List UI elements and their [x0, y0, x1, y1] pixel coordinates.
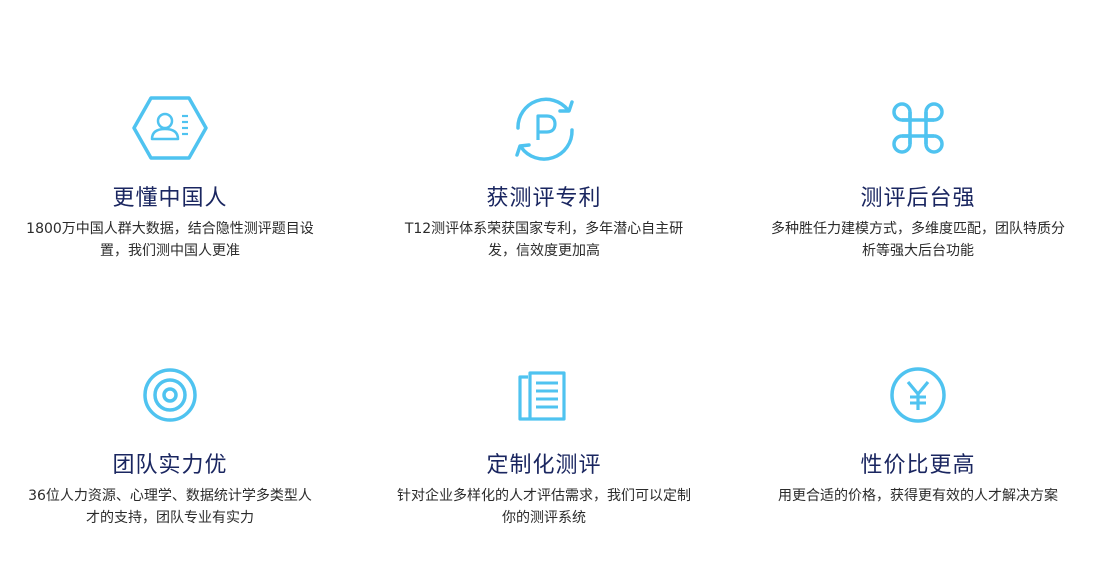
feature-title: 获测评专利: [486, 186, 602, 211]
patent-refresh-icon: [499, 88, 589, 168]
feature-grid: 更懂中国人 1800万中国人群大数据，结合隐性测评题目设置，我们测中国人更准 获…: [0, 0, 1113, 573]
command-key-icon: [873, 88, 963, 168]
feature-description: 用更合适的价格，获得更有效的人才解决方案: [778, 488, 1058, 504]
feature-description: 1800万中国人群大数据，结合隐性测评题目设置，我们测中国人更准: [26, 221, 314, 259]
feature-title: 更懂中国人: [112, 186, 228, 211]
feature-description: 针对企业多样化的人才评估需求，我们可以定制你的测评系统: [397, 488, 691, 526]
feature-title: 性价比更高: [860, 453, 976, 478]
feature-card-team: 团队实力优 36位人力资源、心理学、数据统计学多类型人才的支持，团队专业有实力: [5, 355, 335, 555]
feature-card-value: 性价比更高 用更合适的价格，获得更有效的人才解决方案: [753, 355, 1083, 555]
feature-title: 测评后台强: [860, 186, 976, 211]
feature-card-custom: 定制化测评 针对企业多样化的人才评估需求，我们可以定制你的测评系统: [379, 355, 709, 555]
feature-card-backend: 测评后台强 多种胜任力建模方式，多维度匹配，团队特质分析等强大后台功能: [753, 88, 1083, 288]
feature-card-patent: 获测评专利 T12测评体系荣获国家专利，多年潜心自主研发，信效度更加高: [379, 88, 709, 288]
document-list-icon: [499, 355, 589, 435]
feature-description: 多种胜任力建模方式，多维度匹配，团队特质分析等强大后台功能: [771, 221, 1065, 259]
yuan-coin-icon: [873, 355, 963, 435]
feature-description: 36位人力资源、心理学、数据统计学多类型人才的支持，团队专业有实力: [28, 488, 312, 526]
user-profile-hexagon-icon: [125, 88, 215, 168]
feature-description: T12测评体系荣获国家专利，多年潜心自主研发，信效度更加高: [404, 221, 684, 259]
feature-title: 定制化测评: [486, 453, 602, 478]
target-icon: [125, 355, 215, 435]
feature-card-understand-chinese: 更懂中国人 1800万中国人群大数据，结合隐性测评题目设置，我们测中国人更准: [5, 88, 335, 288]
feature-title: 团队实力优: [112, 453, 228, 478]
